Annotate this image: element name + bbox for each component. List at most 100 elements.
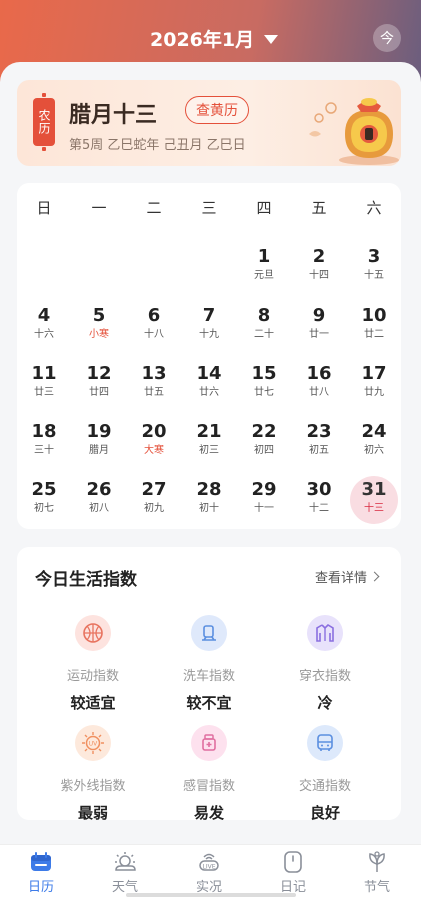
lunar-day-label: 二十 — [254, 329, 274, 340]
day-cell[interactable]: 1 元旦 — [240, 243, 288, 291]
lunar-day-label: 十五 — [364, 270, 384, 281]
lunar-day-label: 初六 — [364, 445, 384, 456]
lunar-day-label: 元旦 — [254, 270, 274, 281]
day-cell[interactable]: 21 初三 — [185, 418, 233, 466]
lunar-day-label: 廿一 — [309, 329, 329, 340]
lunar-day-label: 三十 — [34, 445, 54, 456]
view-details-label: 查看详情 — [315, 571, 368, 586]
lunar-day-label: 十一 — [254, 503, 274, 514]
day-number: 12 — [86, 363, 112, 384]
day-cell[interactable]: 4 十六 — [20, 302, 68, 350]
almanac-button[interactable]: 查黄历 — [185, 96, 249, 124]
day-cell[interactable]: 25 初七 — [20, 476, 68, 524]
life-index-item[interactable]: 感冒指数 易发 — [149, 725, 269, 825]
day-cell[interactable]: 28 初十 — [185, 476, 233, 524]
today-button[interactable]: 今 — [373, 24, 401, 52]
weekday-label: 二 — [146, 199, 162, 217]
life-index-item[interactable]: UV 紫外线指数 最弱 — [33, 725, 153, 825]
life-index-label: 穿衣指数 — [298, 669, 351, 684]
day-cell[interactable]: 12 廿四 — [75, 360, 123, 408]
day-cell-today[interactable]: 31 十三 — [350, 476, 398, 524]
weekday-label: 三 — [201, 199, 217, 217]
day-cell[interactable]: 24 初六 — [350, 418, 398, 466]
day-number: 31 — [361, 479, 387, 500]
lunar-day-label: 初七 — [34, 503, 54, 514]
tab-solar-term[interactable]: 节气 — [347, 849, 407, 897]
tab-diary[interactable]: 日记 — [263, 849, 323, 897]
day-cell[interactable]: 22 初四 — [240, 418, 288, 466]
day-cell[interactable]: 18 三十 — [20, 418, 68, 466]
day-cell[interactable]: 9 廿一 — [295, 302, 343, 350]
month-picker[interactable]: 2026年1月 — [150, 24, 279, 52]
day-number: 15 — [251, 363, 277, 384]
life-index-item[interactable]: 运动指数 较适宜 — [33, 615, 153, 715]
day-cell[interactable]: 20 大寒 — [130, 418, 178, 466]
life-index-value: 较不宜 — [186, 694, 232, 712]
day-cell[interactable]: 13 廿五 — [130, 360, 178, 408]
day-cell[interactable]: 19 腊月 — [75, 418, 123, 466]
day-cell[interactable]: 29 十一 — [240, 476, 288, 524]
day-cell[interactable]: 30 十二 — [295, 476, 343, 524]
day-cell[interactable]: 2 十四 — [295, 243, 343, 291]
day-number: 6 — [147, 305, 161, 326]
day-number: 17 — [361, 363, 387, 384]
day-cell[interactable]: 3 十五 — [350, 243, 398, 291]
day-number: 28 — [196, 479, 222, 500]
weekday-label: 一 — [91, 199, 107, 217]
day-cell[interactable]: 5 小寒 — [75, 302, 123, 350]
lunar-day-label: 大寒 — [144, 445, 164, 456]
lunar-day-label: 初八 — [89, 503, 109, 514]
day-cell[interactable]: 26 初八 — [75, 476, 123, 524]
life-index-label: 紫外线指数 — [60, 779, 126, 794]
car-wash-icon — [191, 615, 227, 651]
lunar-card[interactable]: 农历 腊月十三 查黄历 第5周 乙巳蛇年 己丑月 乙巳日 — [17, 80, 401, 166]
jacket-icon — [307, 615, 343, 651]
life-index-value: 最弱 — [77, 804, 108, 822]
tab-calendar[interactable]: 日历 — [11, 849, 71, 897]
day-number: 11 — [31, 363, 57, 384]
life-index-item[interactable]: 洗车指数 较不宜 — [149, 615, 269, 715]
lunar-day-label: 廿二 — [364, 329, 384, 340]
calendar-icon — [26, 849, 56, 875]
day-number: 16 — [306, 363, 332, 384]
day-cell[interactable]: 17 廿九 — [350, 360, 398, 408]
day-cell[interactable]: 14 廿六 — [185, 360, 233, 408]
day-cell[interactable]: 16 廿八 — [295, 360, 343, 408]
life-index-label: 感冒指数 — [182, 779, 235, 794]
lunar-day-label: 十九 — [199, 329, 219, 340]
tab-live[interactable]: LIVE 实况 — [179, 849, 239, 897]
day-cell[interactable]: 15 廿七 — [240, 360, 288, 408]
day-cell[interactable]: 10 廿二 — [350, 302, 398, 350]
day-cell[interactable]: 6 十八 — [130, 302, 178, 350]
solar-term-icon — [362, 849, 392, 875]
lunar-day-label: 廿九 — [364, 387, 384, 398]
day-cell[interactable]: 11 廿三 — [20, 360, 68, 408]
life-index-value: 冷 — [317, 694, 333, 712]
tab-weather[interactable]: 天气 — [95, 849, 155, 897]
lunar-day-label: 十二 — [309, 503, 329, 514]
day-number: 1 — [257, 246, 271, 267]
day-number: 21 — [196, 421, 222, 442]
lunar-day-label: 初十 — [199, 503, 219, 514]
day-number: 20 — [141, 421, 167, 442]
life-index-item[interactable]: 穿衣指数冷 — [265, 615, 385, 715]
day-number: 18 — [31, 421, 57, 442]
day-number: 14 — [196, 363, 222, 384]
weather-icon — [110, 849, 140, 875]
day-number: 4 — [37, 305, 51, 326]
day-number: 27 — [141, 479, 167, 500]
day-number: 2 — [312, 246, 326, 267]
bottom-tab-bar: 日历 天气 LIVE 实况 日记 节气 — [0, 844, 421, 898]
lucky-bag-illustration-icon — [309, 98, 399, 165]
lunar-day-label: 初四 — [254, 445, 274, 456]
day-cell[interactable]: 23 初五 — [295, 418, 343, 466]
dropdown-caret-icon — [264, 34, 279, 44]
life-index-value: 易发 — [193, 804, 224, 822]
lunar-day-label: 小寒 — [89, 329, 109, 340]
view-details-link[interactable]: 查看详情 — [315, 567, 380, 586]
day-cell[interactable]: 7 十九 — [185, 302, 233, 350]
day-cell[interactable]: 27 初九 — [130, 476, 178, 524]
day-cell[interactable]: 8 二十 — [240, 302, 288, 350]
life-index-item[interactable]: 交通指数 良好 — [265, 725, 385, 825]
day-number: 3 — [367, 246, 381, 267]
